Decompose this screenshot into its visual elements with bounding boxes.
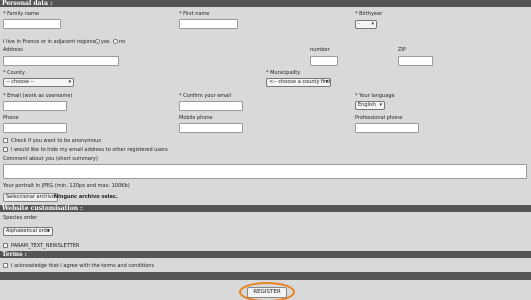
professional-phone-label: Professional phone	[355, 115, 403, 121]
choose-file-button[interactable]: Seleccionar archivo	[3, 193, 58, 202]
residence-no-radio[interactable]	[113, 39, 118, 44]
hide-email-label: I would like to hide my email address to…	[11, 147, 168, 153]
hide-email-checkbox[interactable]	[3, 147, 8, 152]
mobile-phone-label: Mobile phone	[179, 115, 213, 121]
chevron-down-icon: ▾	[325, 79, 328, 85]
confirm-email-label: * Confirm your email	[179, 93, 232, 99]
chevron-down-icon: ▾	[68, 79, 71, 85]
county-select[interactable]: -- choose -- ▾	[3, 78, 74, 87]
first-name-input[interactable]	[179, 19, 238, 29]
municipality-value: <-- choose a county first	[269, 79, 331, 85]
number-label: number	[310, 47, 330, 53]
species-order-value: Alphabetical orde	[6, 228, 50, 234]
birthyear-value: -	[358, 21, 360, 27]
email-input[interactable]	[3, 101, 67, 111]
municipality-label: * Municipality	[266, 70, 301, 76]
comment-textarea[interactable]	[3, 164, 527, 179]
professional-phone-input[interactable]	[355, 123, 419, 133]
language-value: English	[358, 102, 377, 108]
portrait-label: Your portrait in JPEG (min. 120px and ma…	[3, 183, 130, 189]
newsletter-checkbox[interactable]	[3, 243, 8, 248]
section-header-terms: Terms :	[0, 251, 531, 258]
county-value: -- choose --	[6, 79, 35, 85]
species-order-select[interactable]: Alphabetical orde ▾	[3, 227, 53, 236]
anonymous-label: Check if you want to be anonymous	[11, 138, 101, 144]
first-name-label: * First name	[179, 11, 210, 17]
anonymous-checkbox[interactable]	[3, 138, 8, 143]
address-label: Address	[3, 47, 23, 53]
phone-label: Phone	[3, 115, 19, 121]
birthyear-select[interactable]: - ▾	[355, 20, 377, 29]
residence-label: I live in France or in adjacent regions …	[3, 39, 99, 45]
file-status-text: Ningunc archivo selec.	[54, 194, 118, 200]
chevron-down-icon: ▾	[379, 102, 382, 108]
comment-label: Comment about you (short summary)	[3, 156, 98, 162]
species-order-label: Species order	[3, 215, 38, 221]
address-input[interactable]	[3, 56, 119, 66]
municipality-select[interactable]: <-- choose a county first ▾	[266, 78, 331, 87]
email-label: * Email (work as username)	[3, 93, 73, 99]
family-name-label: * Family name	[3, 11, 39, 17]
number-input[interactable]	[310, 56, 338, 66]
register-button[interactable]: REGISTER	[247, 287, 287, 298]
phone-input[interactable]	[3, 123, 67, 133]
residence-yes-radio[interactable]	[95, 39, 100, 44]
residence-no-label: no	[119, 39, 126, 45]
terms-label: I acknowledge that I agree with the term…	[11, 263, 155, 269]
chevron-down-icon: ▾	[371, 21, 374, 27]
chevron-down-icon: ▾	[47, 228, 50, 234]
confirm-email-input[interactable]	[179, 101, 243, 111]
zip-input[interactable]	[398, 56, 433, 66]
residence-yes-label: yes	[101, 39, 110, 45]
footer-bar	[0, 272, 531, 280]
newsletter-label: PARAM_TEXT_NEWSLETTER	[11, 243, 80, 249]
section-header-personal: Personal data :	[0, 0, 531, 7]
terms-checkbox[interactable]	[3, 263, 8, 268]
language-select[interactable]: English ▾	[355, 101, 385, 110]
zip-label: ZIP	[398, 47, 406, 53]
section-header-website: Website customisation :	[0, 205, 531, 212]
mobile-phone-input[interactable]	[179, 123, 243, 133]
birthyear-label: * Birthyear	[355, 11, 383, 17]
family-name-input[interactable]	[3, 19, 61, 29]
language-label: * Your language	[355, 93, 395, 99]
county-label: * County	[3, 70, 25, 76]
